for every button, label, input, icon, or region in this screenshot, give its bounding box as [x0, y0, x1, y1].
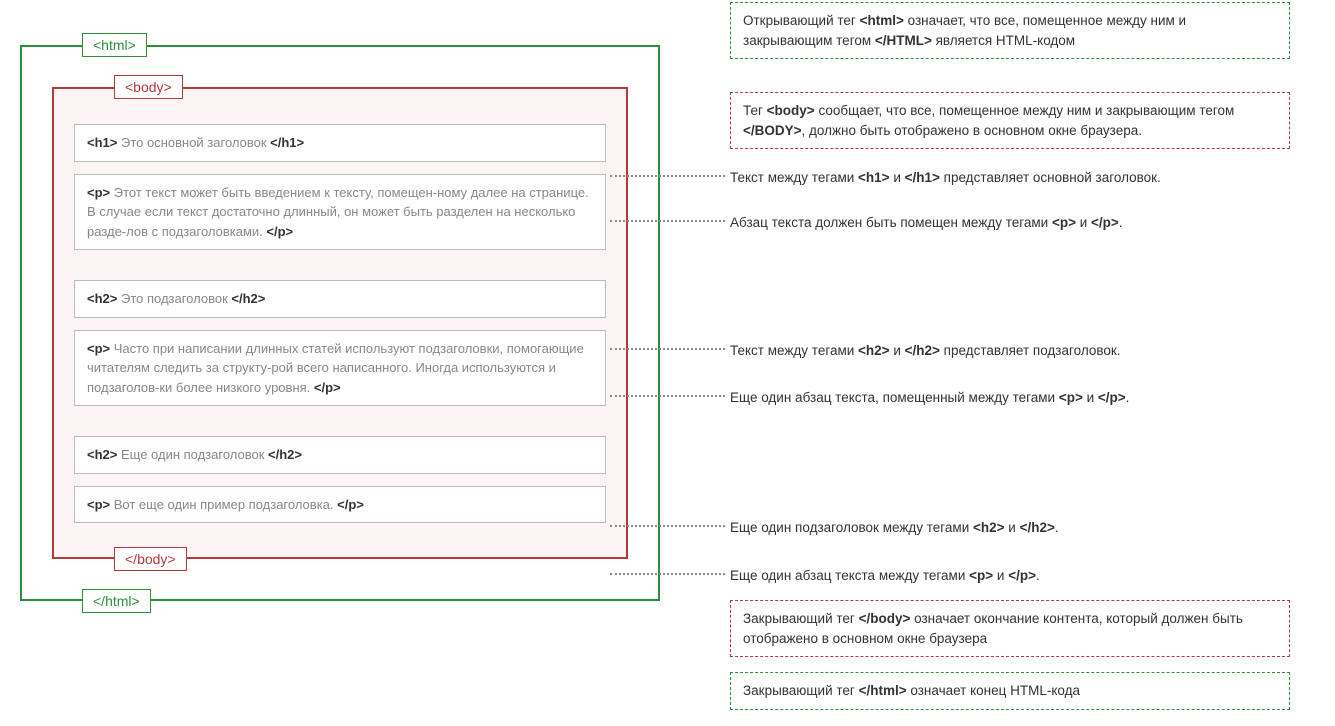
p3-open: <p>: [87, 497, 110, 512]
annot-p1: Абзац текста должен быть помещен между т…: [730, 211, 1290, 235]
h2b-open: <h2>: [87, 447, 117, 462]
p3-text: Вот еще один пример подзаголовка.: [110, 497, 337, 512]
connector: [610, 573, 725, 575]
p3-box: <p> Вот еще один пример подзаголовка. </…: [74, 486, 606, 524]
p2-close: </p>: [314, 380, 341, 395]
annot-h2a: Текст между тегами <h2> и </h2> представ…: [730, 339, 1290, 363]
html-frame: <html> </html> <body> </body> <h1> Это о…: [20, 45, 660, 601]
p1-box: <p> Этот текст может быть введением к те…: [74, 174, 606, 251]
annot-p3: Еще один абзац текста между тегами <p> и…: [730, 564, 1290, 588]
p1-text: Этот текст может быть введением к тексту…: [87, 185, 589, 239]
body-close-label: </body>: [114, 547, 187, 571]
p2-box: <p> Часто при написании длинных статей и…: [74, 330, 606, 407]
annot-html-close: Закрывающий тег </html> означает конец H…: [730, 672, 1290, 710]
body-open-label: <body>: [114, 75, 183, 99]
connector: [610, 220, 725, 222]
annot-body-close: Закрывающий тег </body> означает окончан…: [730, 600, 1290, 657]
h2b-text: Еще один подзаголовок: [117, 447, 268, 462]
annot-h2b: Еще один подзаголовок между тегами <h2> …: [730, 516, 1290, 540]
p2-open: <p>: [87, 341, 110, 356]
h2a-close: </h2>: [231, 291, 265, 306]
p3-close: </p>: [337, 497, 364, 512]
annot-h1: Текст между тегами <h1> и </h1> представ…: [730, 166, 1290, 190]
annot-p2: Еще один абзац текста, помещенный между …: [730, 386, 1290, 410]
annot-body-open: Тег <body> сообщает, что все, помещенное…: [730, 92, 1290, 149]
connector: [610, 348, 725, 350]
p1-close: </p>: [266, 224, 293, 239]
h1-box: <h1> Это основной заголовок </h1>: [74, 124, 606, 162]
connector: [610, 175, 725, 177]
h1-close: </h1>: [270, 135, 304, 150]
connector: [610, 395, 725, 397]
html-open-label: <html>: [82, 33, 147, 57]
p1-open: <p>: [87, 185, 110, 200]
connector: [610, 525, 725, 527]
body-frame: <body> </body> <h1> Это основной заголов…: [52, 87, 628, 559]
h2a-box: <h2> Это подзаголовок </h2>: [74, 280, 606, 318]
h2b-box: <h2> Еще один подзаголовок </h2>: [74, 436, 606, 474]
html-close-label: </html>: [82, 589, 151, 613]
h2b-close: </h2>: [268, 447, 302, 462]
h1-open: <h1>: [87, 135, 117, 150]
h1-text: Это основной заголовок: [117, 135, 270, 150]
h2a-open: <h2>: [87, 291, 117, 306]
annot-html-open: Открывающий тег <html> означает, что все…: [730, 2, 1290, 59]
diagram-left: <html> </html> <body> </body> <h1> Это о…: [20, 20, 660, 601]
h2a-text: Это подзаголовок: [117, 291, 231, 306]
